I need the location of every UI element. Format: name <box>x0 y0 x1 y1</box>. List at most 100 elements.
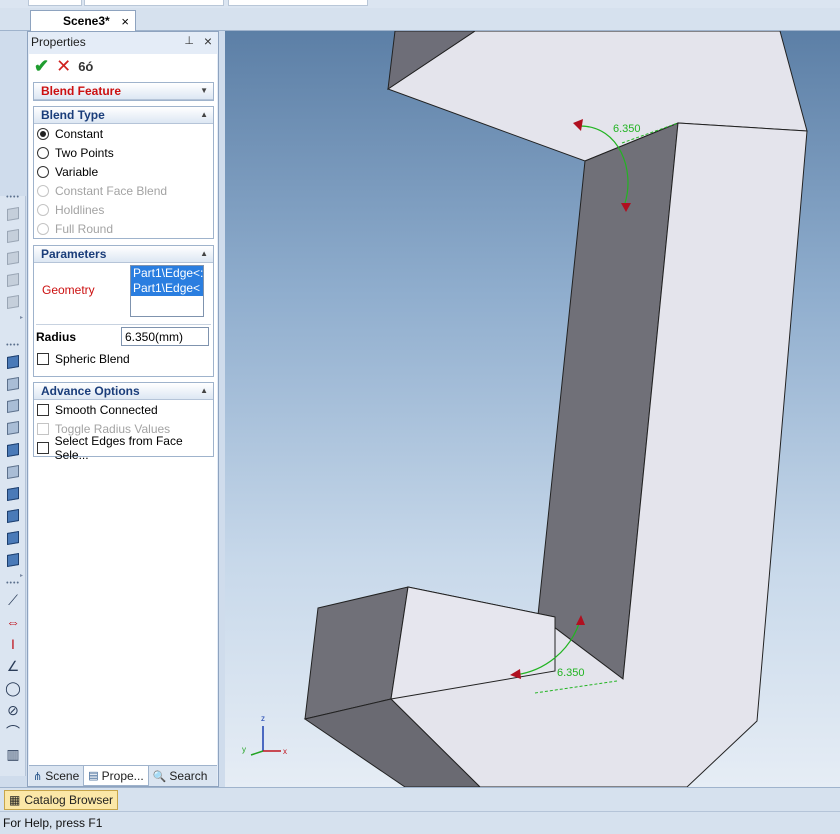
toolbar-grip[interactable]: •••• <box>2 580 24 588</box>
radio-label: Holdlines <box>55 202 105 217</box>
parameters-header[interactable]: Parameters ▲ <box>34 246 213 263</box>
toggle-radius-checkbox <box>37 422 49 435</box>
radio-label: Constant Face Blend <box>55 183 168 198</box>
spheric-blend-row[interactable]: Spheric Blend <box>34 349 213 368</box>
tool-button[interactable] <box>3 270 23 290</box>
tab-scene3[interactable]: Scene3* × <box>30 10 136 31</box>
geometry-label: Geometry <box>42 283 95 297</box>
advance-options-header[interactable]: Advance Options ▲ <box>34 383 213 400</box>
ok-checkmark-icon[interactable]: ✔ <box>34 56 49 77</box>
sheet-icon <box>7 294 19 310</box>
angle-icon: ∠ <box>6 658 20 674</box>
chevron-up-icon[interactable]: ▲ <box>200 107 208 123</box>
tab-title: Scene3* <box>63 14 110 28</box>
geometry-list[interactable]: Part1\Edge<: Part1\Edge< <box>130 265 204 317</box>
model-canvas <box>250 31 808 787</box>
toolbar-stub <box>228 0 368 6</box>
radio-two-points[interactable]: Two Points <box>34 143 213 162</box>
radius-input[interactable] <box>121 327 209 346</box>
toolbar-expand-icon[interactable]: ▸ <box>2 572 24 579</box>
tool-button[interactable] <box>3 352 23 372</box>
close-panel-icon[interactable]: × <box>204 33 212 49</box>
properties-icon: ▤ <box>88 770 99 782</box>
catalog-browser-button[interactable]: ▦ Catalog Browser <box>4 790 119 810</box>
spheric-blend-checkbox[interactable] <box>37 352 49 365</box>
tool-button[interactable] <box>3 396 23 416</box>
tool-button[interactable] <box>3 550 23 570</box>
top-strip <box>0 0 840 8</box>
tool-button[interactable] <box>3 248 23 268</box>
action-bar: ✔ ✕ 6ó <box>29 54 217 78</box>
wedge-icon <box>7 376 19 392</box>
chamfer-icon <box>7 508 19 524</box>
cube-icon <box>7 398 19 414</box>
catalog-browser-label: Catalog Browser <box>24 793 114 807</box>
radio-button[interactable] <box>37 165 49 178</box>
tool-button[interactable] <box>3 462 23 482</box>
toolbar-grip[interactable]: •••• <box>2 194 24 202</box>
blend-type-section: Blend Type ▲ Constant Two Points Variabl… <box>33 106 214 239</box>
select-edges-label: Select Edges from Face Sele... <box>54 433 183 462</box>
chevron-up-icon[interactable]: ▲ <box>200 246 208 262</box>
select-edges-checkbox[interactable] <box>37 441 49 454</box>
tool-button[interactable]: ⊘ <box>3 700 23 720</box>
select-edges-row[interactable]: Select Edges from Face Sele... <box>34 434 213 462</box>
tool-button[interactable] <box>3 484 23 504</box>
tool-button[interactable]: ⟋ <box>3 590 23 610</box>
tool-button[interactable] <box>3 440 23 460</box>
tool-button[interactable]: I <box>3 634 23 654</box>
tool-button[interactable] <box>3 506 23 526</box>
smooth-connected-label: Smooth Connected <box>55 402 158 417</box>
chevron-down-icon[interactable]: ▼ <box>200 83 208 99</box>
geometry-item[interactable]: Part1\Edge< <box>131 281 203 296</box>
tool-button[interactable]: ⌒ <box>3 722 23 742</box>
tab-label: Search <box>169 769 208 783</box>
preview-glasses-icon[interactable]: 6ó <box>78 59 93 74</box>
dimension-label: 6.350 <box>613 123 641 135</box>
tool-button[interactable]: ∠ <box>3 656 23 676</box>
tab-search[interactable]: 🔍 Search <box>149 766 212 786</box>
tab-scene[interactable]: ⋔ Scene <box>29 766 83 786</box>
toolbar-grip[interactable]: •••• <box>2 342 24 350</box>
feature-title[interactable]: Blend Feature ▼ <box>34 83 213 100</box>
parameters-header-label: Parameters <box>41 247 107 261</box>
smooth-connected-row[interactable]: Smooth Connected <box>34 400 213 419</box>
feature-title-label: Blend Feature <box>41 84 122 98</box>
close-tab-icon[interactable]: × <box>121 14 129 29</box>
blend-type-header-label: Blend Type <box>41 108 105 122</box>
tab-label: Prope... <box>101 768 144 783</box>
radio-button[interactable] <box>37 146 49 159</box>
cancel-x-icon[interactable]: ✕ <box>56 56 71 77</box>
tool-button[interactable] <box>3 374 23 394</box>
chevron-up-icon[interactable]: ▲ <box>200 383 208 399</box>
draft-icon <box>7 552 19 568</box>
radio-constant-face-blend: Constant Face Blend <box>34 181 213 200</box>
radio-holdlines: Holdlines <box>34 200 213 219</box>
tool-button[interactable] <box>3 528 23 548</box>
smooth-connected-checkbox[interactable] <box>37 403 49 416</box>
radio-button[interactable] <box>37 127 49 140</box>
status-bar: For Help, press F1 <box>0 811 840 834</box>
tool-button[interactable]: ▥ <box>3 744 23 764</box>
left-toolbar: •••• ▸ •••• ▸ •••• ⟋ ⇔ I ∠ ◯ ⊘ ⌒ ▥ <box>0 194 26 776</box>
circle-icon: ◯ <box>5 680 21 696</box>
tool-button[interactable] <box>3 226 23 246</box>
3d-viewport[interactable]: 6.350 6.350 z y x <box>225 31 840 787</box>
advance-options-header-label: Advance Options <box>41 384 140 398</box>
tool-button[interactable]: ◯ <box>3 678 23 698</box>
ruler-icon: ▥ <box>6 746 20 762</box>
radio-variable[interactable]: Variable <box>34 162 213 181</box>
tool-button[interactable] <box>3 418 23 438</box>
geometry-item[interactable]: Part1\Edge<: <box>131 266 203 281</box>
tool-button[interactable]: ⇔ <box>3 612 23 632</box>
sheet-icon <box>7 250 19 266</box>
toolbar-expand-icon[interactable]: ▸ <box>2 314 24 321</box>
radio-button <box>37 222 49 235</box>
tab-properties[interactable]: ▤ Prope... <box>83 766 149 786</box>
blend-type-header[interactable]: Blend Type ▲ <box>34 107 213 124</box>
tool-button[interactable] <box>3 204 23 224</box>
copy-icon <box>7 228 19 244</box>
radio-constant[interactable]: Constant <box>34 124 213 143</box>
pin-icon[interactable]: ⊥ <box>184 34 194 47</box>
tool-button[interactable] <box>3 292 23 312</box>
